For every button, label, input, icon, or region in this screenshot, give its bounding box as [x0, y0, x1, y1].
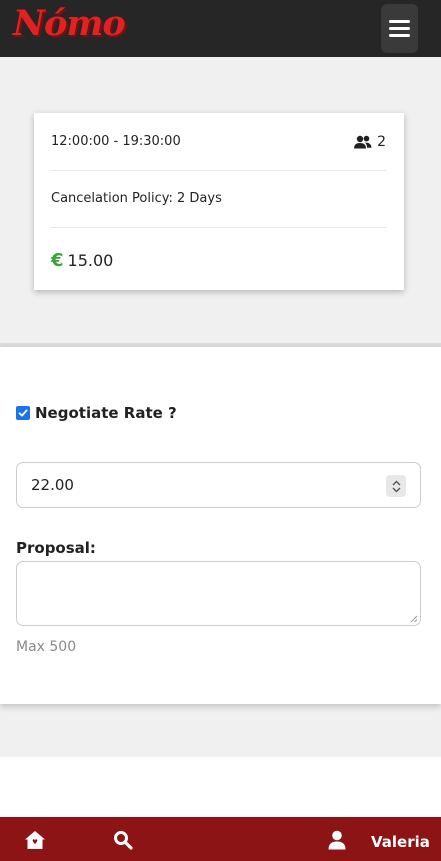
number-spinner[interactable]	[386, 475, 406, 497]
home-icon[interactable]	[24, 830, 46, 850]
chevron-up-icon[interactable]	[392, 480, 401, 486]
negotiate-rate-label[interactable]: Negotiate Rate ?	[35, 404, 177, 422]
proposal-label: Proposal:	[16, 539, 96, 557]
card-divider	[51, 227, 386, 228]
rate-number-input[interactable]: 22.00	[16, 462, 421, 508]
chevron-down-icon[interactable]	[392, 487, 401, 493]
checkmark-icon	[18, 409, 28, 417]
negotiate-rate-checkbox[interactable]	[16, 406, 30, 420]
time-range: 12:00:00 - 19:30:00	[51, 134, 181, 149]
empty-content-panel	[0, 757, 441, 817]
price-value: 15.00	[67, 251, 114, 270]
negotiation-form: Negotiate Rate ? 22.00 Proposal: Max 500	[0, 347, 441, 704]
hamburger-menu-button[interactable]	[381, 4, 418, 53]
bottom-navbar: Valeria	[0, 817, 441, 861]
max-length-hint: Max 500	[16, 639, 77, 655]
booking-summary-card: 12:00:00 - 19:30:00 2 Cancelation Policy…	[34, 113, 404, 290]
top-navbar: Nómo	[0, 0, 441, 57]
resize-grip-icon[interactable]	[410, 615, 418, 623]
hamburger-icon-bar	[389, 34, 410, 37]
cancellation-policy: Cancelation Policy: 2 Days	[51, 191, 222, 206]
negotiate-rate-option[interactable]: Negotiate Rate ?	[16, 404, 177, 422]
proposal-textarea[interactable]	[16, 561, 421, 626]
euro-icon: €	[51, 250, 64, 271]
rate-input-value: 22.00	[31, 476, 74, 494]
guest-count-value: 2	[377, 134, 386, 150]
hamburger-icon-bar	[389, 20, 410, 23]
hamburger-icon-bar	[389, 27, 410, 30]
card-divider	[51, 170, 386, 171]
time-row: 12:00:00 - 19:30:00 2	[51, 134, 386, 151]
user-icon[interactable]	[328, 830, 346, 850]
user-name-link[interactable]: Valeria	[371, 833, 430, 851]
price-row: € 15.00	[51, 250, 386, 271]
search-icon[interactable]	[113, 830, 133, 850]
users-icon	[354, 135, 372, 149]
guest-count: 2	[354, 134, 386, 150]
brand-logo[interactable]: Nómo	[13, 3, 126, 44]
